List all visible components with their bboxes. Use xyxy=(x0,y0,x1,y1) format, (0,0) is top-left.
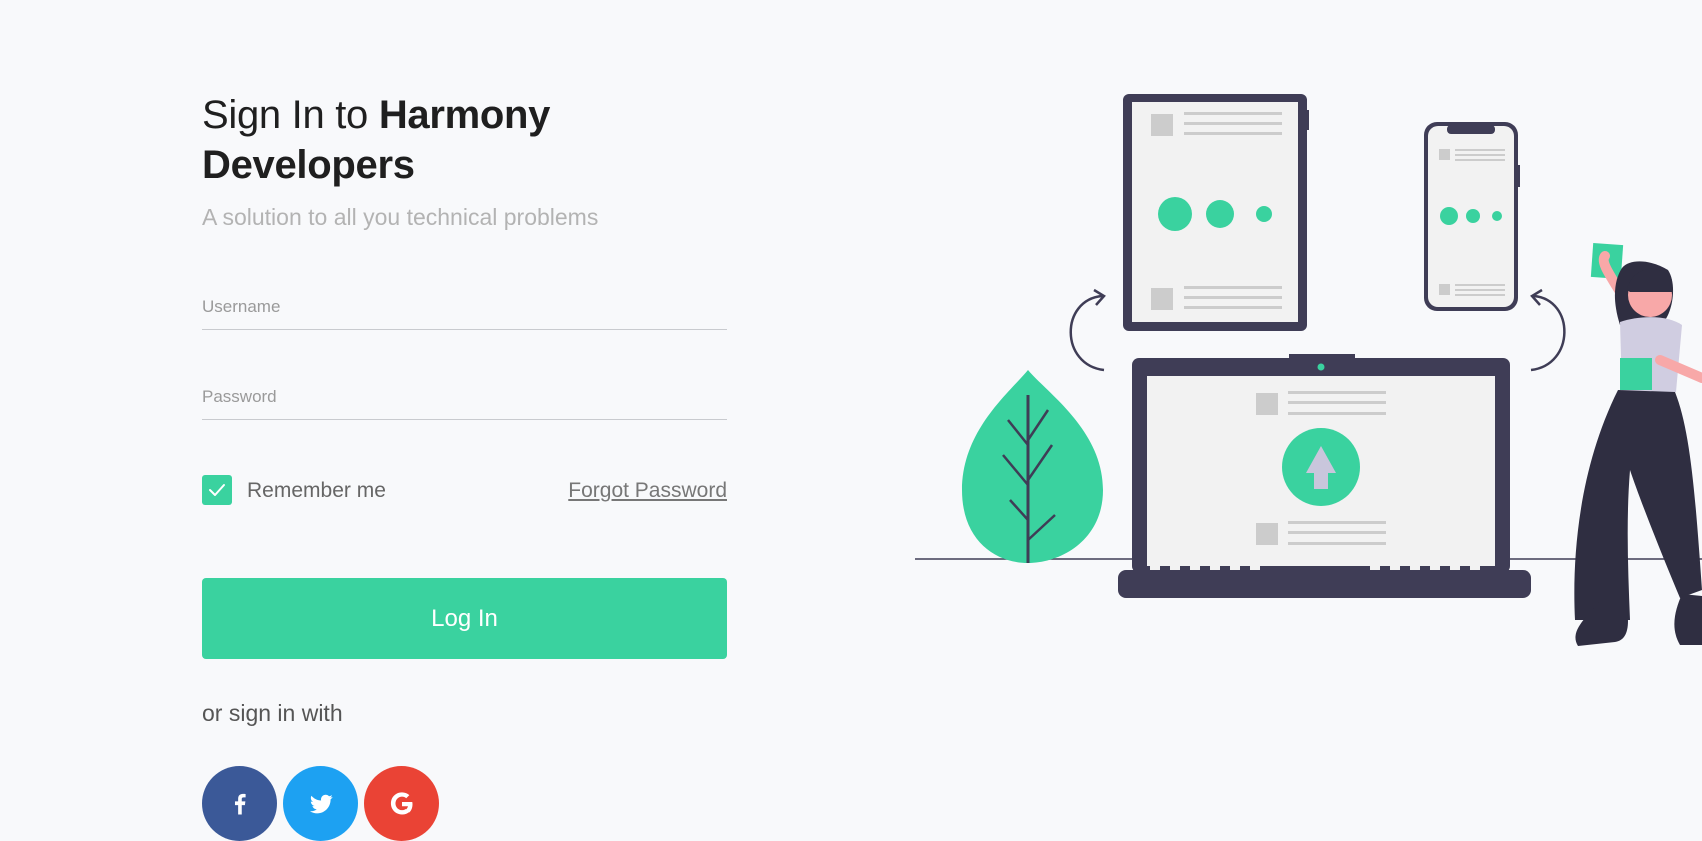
page-subtitle: A solution to all you technical problems xyxy=(202,204,599,230)
remember-me-label: Remember me xyxy=(247,479,386,502)
or-sign-in-with-label: or sign in with xyxy=(202,700,343,726)
sync-arrow-right-icon xyxy=(1530,294,1566,372)
social-login-buttons xyxy=(202,766,439,841)
laptop-illustration xyxy=(1118,354,1531,598)
forgot-password-link[interactable]: Forgot Password xyxy=(568,479,727,503)
username-field xyxy=(202,289,727,330)
sync-arrow-left-icon xyxy=(1069,294,1105,372)
phone-illustration xyxy=(1424,122,1520,311)
google-icon xyxy=(390,791,412,814)
username-input[interactable] xyxy=(202,289,727,325)
twitter-login-button[interactable] xyxy=(283,766,358,841)
woman-illustration xyxy=(1574,242,1702,646)
facebook-icon xyxy=(234,793,246,814)
tablet-illustration xyxy=(1123,94,1309,331)
password-input[interactable] xyxy=(202,379,727,415)
password-field xyxy=(202,379,727,420)
devices-illustration xyxy=(915,94,1702,646)
remember-me-checkbox[interactable] xyxy=(202,475,232,505)
login-button[interactable]: Log In xyxy=(202,578,727,659)
leaf-illustration xyxy=(962,370,1103,563)
facebook-login-button[interactable] xyxy=(202,766,277,841)
twitter-icon xyxy=(309,794,333,813)
google-login-button[interactable] xyxy=(364,766,439,841)
title-prefix: Sign In to xyxy=(202,93,379,137)
checkmark-icon xyxy=(209,484,225,496)
page-title: Sign In to Harmony Developers xyxy=(202,90,727,190)
login-panel: Sign In to Harmony Developers A solution… xyxy=(202,90,727,841)
